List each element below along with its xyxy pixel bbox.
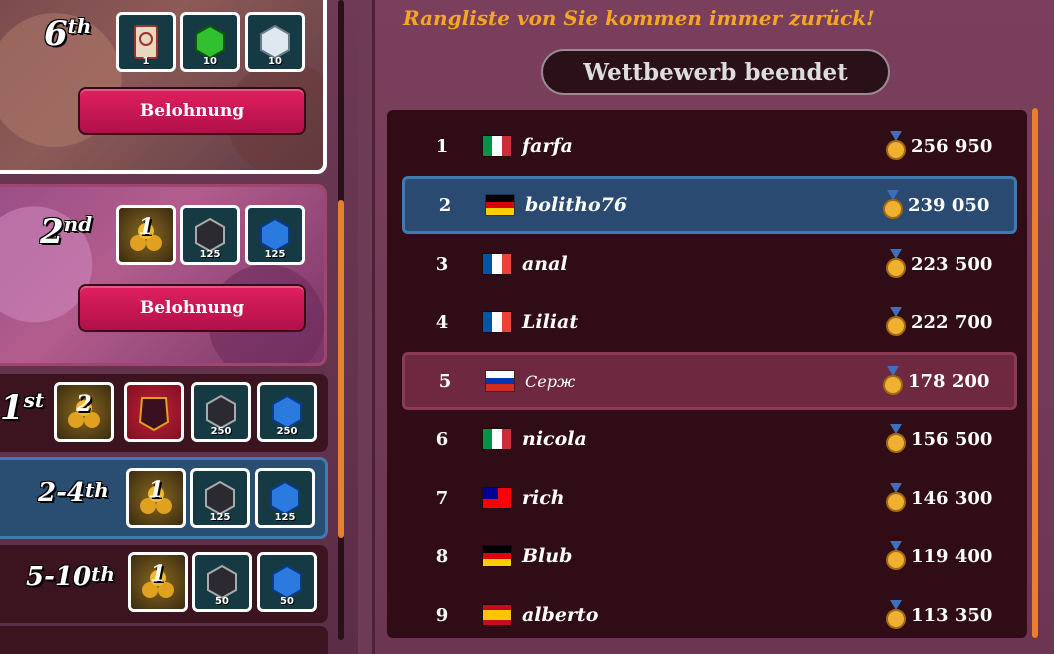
blue-gem-icon <box>260 217 290 253</box>
player-score: 256 950 <box>911 135 993 157</box>
country-flag-icon <box>482 135 512 157</box>
ticket-icon <box>134 25 158 59</box>
leaderboard-rank: 3 <box>435 253 449 275</box>
black-gem-icon <box>206 394 236 430</box>
contest-status-badge: Wettbewerb beendet <box>541 49 890 95</box>
player-score: 178 200 <box>908 370 990 392</box>
medal-icon <box>886 483 906 512</box>
claim-reward-button-6th[interactable]: Belohnung <box>78 87 306 135</box>
leaderboard-row[interactable]: 2 bolitho76 239 050 <box>402 176 1017 234</box>
country-flag-icon <box>482 487 512 509</box>
leaderboard-row[interactable]: 3 anal 223 500 <box>402 235 1017 293</box>
leaderboard-rank: 6 <box>435 428 449 450</box>
country-flag-icon <box>482 311 512 333</box>
green-gem-icon <box>195 24 225 60</box>
rank-label-2-4th: 2-4th <box>38 478 109 508</box>
reward-item-gold-chest[interactable]: 2 <box>54 382 114 442</box>
rewards-scrollbar-thumb[interactable] <box>338 200 344 538</box>
medal-icon <box>886 600 906 629</box>
player-name[interactable]: anal <box>522 253 885 275</box>
leaderboard-rank: 1 <box>435 135 449 157</box>
leaderboard-rank: 2 <box>438 194 452 216</box>
player-score: 156 500 <box>911 428 993 450</box>
player-score: 222 700 <box>911 311 993 333</box>
leaderboard-title: Rangliste von Sie kommen immer zurück! <box>403 6 875 30</box>
player-score: 113 350 <box>911 604 993 626</box>
player-name[interactable]: bolitho76 <box>525 194 882 216</box>
reward-item-blue-gem[interactable]: 125 <box>245 205 305 265</box>
medal-icon <box>886 307 906 336</box>
blue-gem-icon <box>270 480 300 516</box>
reward-item-ticket[interactable]: 1 <box>116 12 176 72</box>
blue-gem-icon <box>272 564 302 600</box>
country-flag-icon <box>485 370 515 392</box>
player-score: 119 400 <box>911 545 993 567</box>
medal-icon <box>886 424 906 453</box>
leaderboard-rank: 7 <box>435 487 449 509</box>
leaderboard-rank: 5 <box>438 370 452 392</box>
claim-reward-button-2nd[interactable]: Belohnung <box>78 284 306 332</box>
reward-item-black-gem[interactable]: 250 <box>191 382 251 442</box>
reward-item-gold-chest[interactable]: 1 <box>126 468 186 528</box>
player-name[interactable]: farfa <box>522 135 885 157</box>
tier-row-partial <box>0 626 328 654</box>
reward-item-black-gem[interactable]: 125 <box>190 468 250 528</box>
player-name[interactable]: Серж <box>525 372 882 391</box>
player-name[interactable]: nicola <box>522 428 885 450</box>
leaderboard-scrollbar-thumb[interactable] <box>1032 108 1038 638</box>
rank-label-6th: 6th <box>44 14 92 54</box>
player-name[interactable]: Blub <box>522 545 885 567</box>
player-name[interactable]: alberto <box>522 604 885 626</box>
reward-item-black-gem[interactable]: 50 <box>192 552 252 612</box>
leaderboard-row[interactable]: 6 nicola 156 500 <box>402 410 1017 468</box>
rank-label-1st: 1st <box>0 388 45 428</box>
leaderboard-rank: 9 <box>435 604 449 626</box>
black-gem-icon <box>205 480 235 516</box>
leaderboard-row[interactable]: 5 Серж 178 200 <box>402 352 1017 410</box>
rewards-scrollbar[interactable] <box>338 0 344 640</box>
blue-gem-icon <box>272 394 302 430</box>
country-flag-icon <box>482 428 512 450</box>
player-score: 146 300 <box>911 487 993 509</box>
medal-icon <box>883 366 903 395</box>
country-flag-icon <box>482 604 512 626</box>
leaderboard-row[interactable]: 9 alberto 113 350 <box>402 586 1017 638</box>
medal-icon <box>886 249 906 278</box>
medal-icon <box>886 541 906 570</box>
leaderboard-list: 1 farfa 256 950 2 bolitho76 239 050 3 anal 223 5… <box>387 110 1027 638</box>
reward-item-blue-gem[interactable]: 125 <box>255 468 315 528</box>
armor-icon <box>138 397 170 432</box>
reward-item-blue-gem[interactable]: 250 <box>257 382 317 442</box>
player-name[interactable]: rich <box>522 487 885 509</box>
medal-icon <box>883 190 903 219</box>
player-name[interactable]: Liliat <box>522 311 885 333</box>
leaderboard-row[interactable]: 4 Liliat 222 700 <box>402 293 1017 351</box>
reward-item-green-gem[interactable]: 10 <box>180 12 240 72</box>
leaderboard-scrollbar[interactable] <box>1032 108 1038 638</box>
reward-item-gold-chest[interactable]: 1 <box>128 552 188 612</box>
leaderboard-rank: 4 <box>435 311 449 333</box>
white-gem-icon <box>260 24 290 60</box>
leaderboard-row[interactable]: 1 farfa 256 950 <box>402 117 1017 175</box>
reward-item-gold-chest[interactable]: 1 <box>116 205 176 265</box>
player-score: 239 050 <box>908 194 990 216</box>
reward-item-armor[interactable] <box>124 382 184 442</box>
reward-item-black-gem[interactable]: 125 <box>180 205 240 265</box>
reward-item-white-gem[interactable]: 10 <box>245 12 305 72</box>
player-score: 223 500 <box>911 253 993 275</box>
black-gem-icon <box>195 217 225 253</box>
leaderboard-row[interactable]: 7 rich 146 300 <box>402 469 1017 527</box>
rank-label-5-10th: 5-10th <box>26 562 115 592</box>
country-flag-icon <box>482 253 512 275</box>
country-flag-icon <box>482 545 512 567</box>
leaderboard-row[interactable]: 8 Blub 119 400 <box>402 527 1017 585</box>
rank-label-2nd: 2nd <box>40 212 93 252</box>
medal-icon <box>886 131 906 160</box>
leaderboard-rank: 8 <box>435 545 449 567</box>
country-flag-icon <box>485 194 515 216</box>
black-gem-icon <box>207 564 237 600</box>
reward-item-blue-gem[interactable]: 50 <box>257 552 317 612</box>
